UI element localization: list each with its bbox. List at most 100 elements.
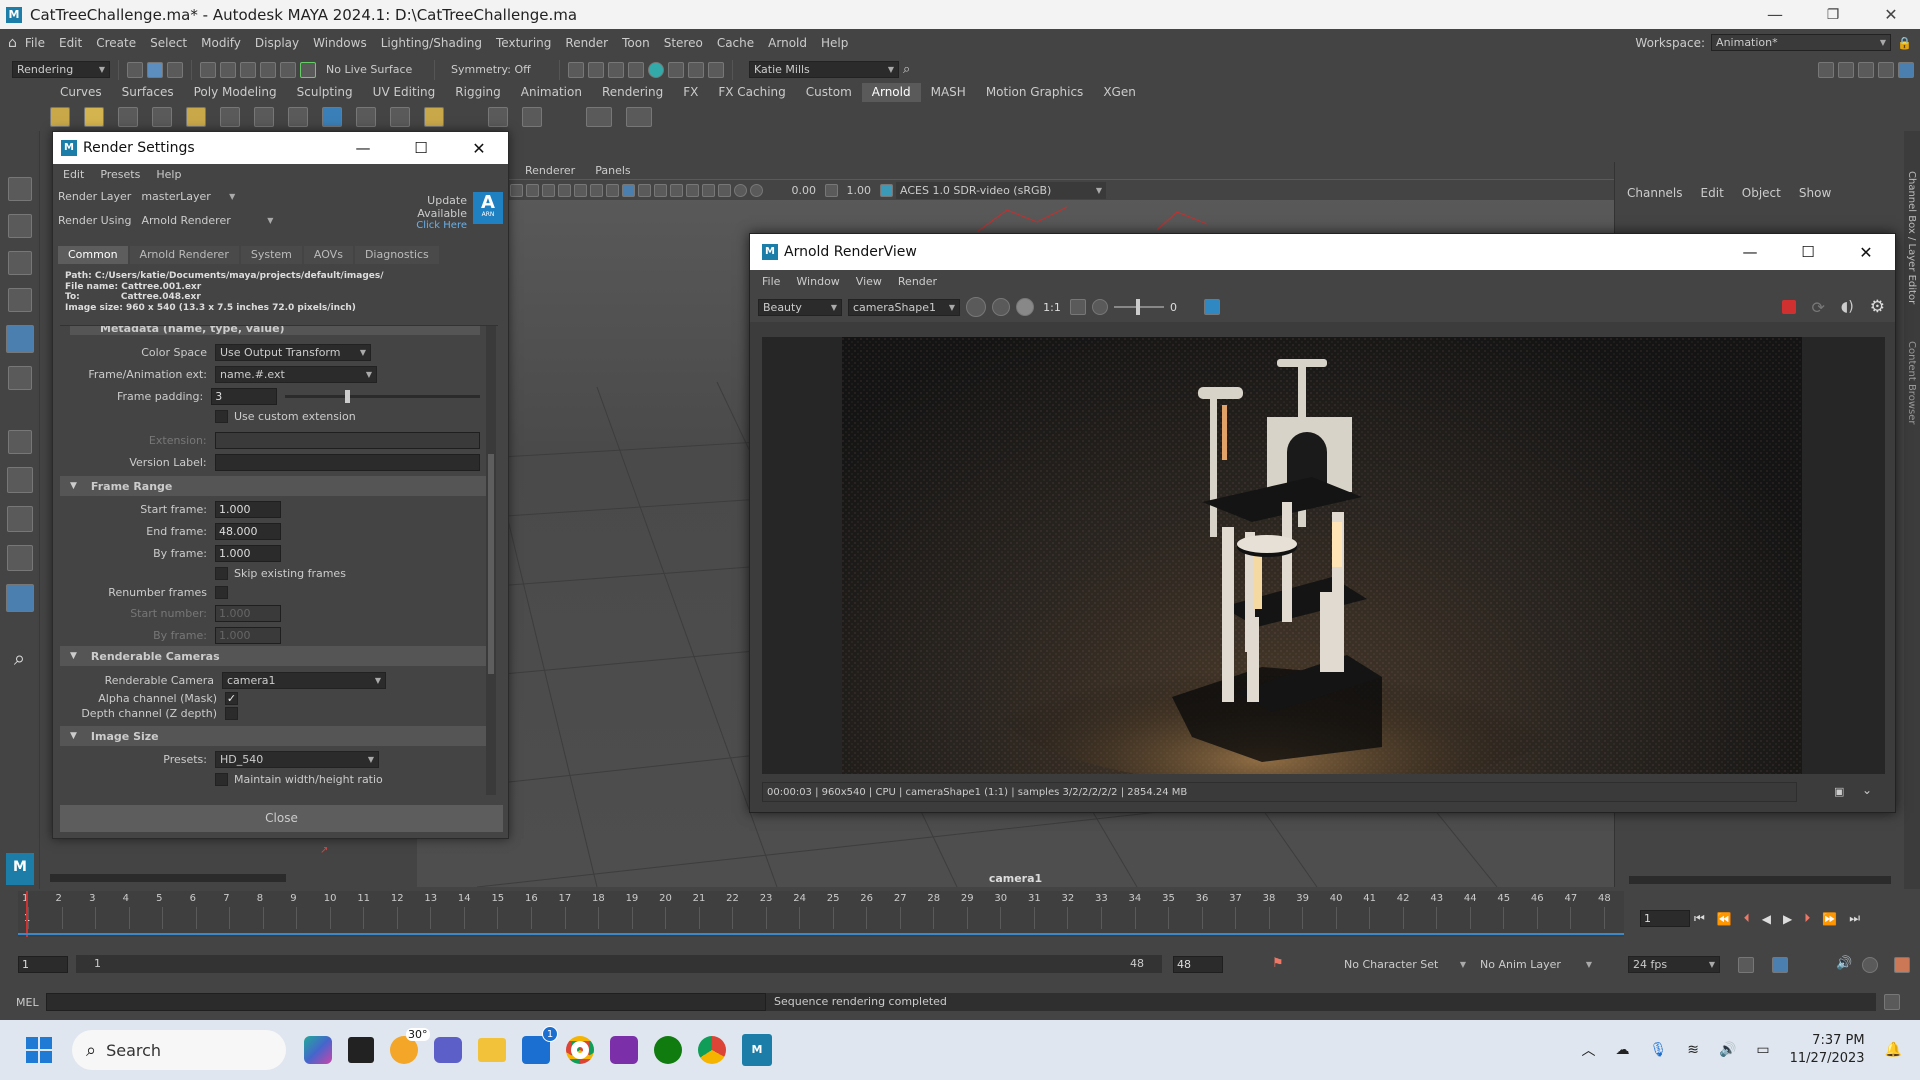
menu-lighting-shading[interactable]: Lighting/Shading: [381, 36, 482, 50]
wifi-icon[interactable]: ≋: [1687, 1042, 1699, 1058]
timeline-playhead[interactable]: [26, 891, 28, 937]
rs-maximize-icon[interactable]: ☐: [392, 139, 450, 157]
notification-bell-icon[interactable]: 🔔: [1885, 1042, 1902, 1058]
arnold-ipr-icon[interactable]: [522, 106, 542, 127]
playblast-icon[interactable]: [626, 106, 652, 127]
workspace-dropdown[interactable]: Animation*: [1711, 34, 1892, 51]
range-start-field[interactable]: [18, 956, 68, 973]
standin-icon[interactable]: [220, 106, 240, 127]
time-slider[interactable]: 1234567891011121314151617181920212223242…: [0, 889, 1920, 941]
script-editor-icon[interactable]: [1884, 994, 1900, 1010]
anim-prefs-icon[interactable]: [1894, 957, 1910, 973]
exposure-value[interactable]: 0: [1170, 301, 1198, 314]
shelf-tab-mash[interactable]: MASH: [921, 83, 976, 102]
chrome-profile-icon[interactable]: [698, 1036, 726, 1064]
rv-menu-window[interactable]: Window: [796, 275, 839, 288]
mesh-light-icon[interactable]: [118, 106, 138, 127]
play-forward-icon[interactable]: ▶: [1783, 912, 1792, 926]
single-layout-icon[interactable]: [6, 467, 33, 493]
renderable-camera-dropdown[interactable]: camera1: [222, 672, 386, 689]
tx-manager-icon[interactable]: [356, 106, 376, 127]
move-tool-icon[interactable]: [7, 288, 32, 312]
view-transform-dropdown[interactable]: ACES 1.0 SDR-video (sRGB): [896, 181, 1106, 199]
arnold-render-icon[interactable]: [488, 106, 508, 127]
color-mgmt-icon[interactable]: [880, 183, 893, 197]
render-using-dropdown[interactable]: Arnold Renderer: [137, 211, 278, 229]
settings-gear-icon[interactable]: ⚙: [1870, 297, 1885, 317]
file-explorer-icon[interactable]: [478, 1038, 506, 1062]
rs-vscroll-thumb[interactable]: [488, 454, 494, 674]
start-frame-field[interactable]: [215, 501, 281, 518]
cmd-input[interactable]: [46, 993, 766, 1011]
make-live-icon[interactable]: [300, 61, 316, 78]
shelf-tab-rigging[interactable]: Rigging: [445, 83, 510, 102]
smooth-shade-icon[interactable]: [622, 183, 635, 197]
tool-settings-icon[interactable]: [1858, 61, 1874, 78]
zoom-ratio[interactable]: 1:1: [1040, 301, 1064, 314]
film-gate-icon[interactable]: [558, 183, 571, 197]
refresh-render-icon[interactable]: ⟳: [1812, 298, 1825, 317]
restore-icon[interactable]: ❐: [1804, 7, 1862, 23]
resolution-gate-icon[interactable]: [574, 183, 587, 197]
minimize-icon[interactable]: —: [1746, 5, 1804, 24]
live-surface-label[interactable]: No Live Surface: [326, 63, 426, 76]
wireframe-icon[interactable]: [606, 183, 619, 197]
four-view-layout-icon[interactable]: [6, 506, 33, 532]
menu-create[interactable]: Create: [96, 36, 136, 50]
lasso-tool-icon[interactable]: [7, 214, 32, 238]
presets-dropdown[interactable]: HD_540: [215, 751, 379, 768]
rs-close-button[interactable]: Close: [60, 805, 503, 832]
snap-point-icon[interactable]: [240, 61, 256, 78]
step-back-frame-icon[interactable]: ⏴: [1744, 911, 1750, 926]
shelf-tab-surfaces[interactable]: Surfaces: [112, 83, 184, 102]
menu-stereo[interactable]: Stereo: [664, 36, 703, 50]
bookmark-icon[interactable]: [526, 183, 539, 197]
gamma-value[interactable]: 1.00: [841, 184, 872, 197]
shadows-icon[interactable]: [670, 183, 683, 197]
open-render-view-icon[interactable]: [568, 61, 584, 78]
lock-icon[interactable]: 🔒: [1897, 36, 1912, 50]
shelf-tab-xgen[interactable]: XGen: [1093, 83, 1146, 102]
purple-app-icon[interactable]: [610, 1036, 638, 1064]
render-region-icon[interactable]: [966, 297, 986, 317]
rv-menu-render[interactable]: Render: [898, 275, 937, 288]
select-hierarchy-icon[interactable]: [127, 61, 143, 78]
layer-editor-toggle-icon[interactable]: [1898, 61, 1914, 78]
menu-edit[interactable]: Edit: [59, 36, 82, 50]
rs-vscroll[interactable]: [486, 326, 496, 795]
rgb-channel-icon[interactable]: [992, 298, 1010, 316]
viewport-menu-renderer[interactable]: Renderer: [525, 164, 575, 177]
shelf-tab-sculpting[interactable]: Sculpting: [287, 83, 363, 102]
shelf-tab-animation[interactable]: Animation: [511, 83, 592, 102]
skydome-light-icon[interactable]: [84, 106, 104, 127]
texture-icon[interactable]: [322, 106, 342, 127]
metadata-section[interactable]: Metadata (name, type, value): [100, 326, 285, 335]
modeling-toolkit-icon[interactable]: [1818, 61, 1834, 78]
menuset-dropdown[interactable]: Rendering: [12, 61, 110, 78]
rv-maximize-icon[interactable]: ☐: [1779, 243, 1837, 261]
rs-tab-system[interactable]: System: [240, 246, 302, 264]
volume-icon[interactable]: 🔊: [1719, 1042, 1736, 1058]
eye-icon[interactable]: [586, 106, 612, 127]
version-label-field[interactable]: [214, 454, 480, 471]
symmetry-label[interactable]: Symmetry: Off: [451, 63, 551, 76]
start-number-field[interactable]: [215, 605, 281, 622]
expand-chevron-icon[interactable]: ⌄: [1862, 783, 1872, 797]
frame-ext-dropdown[interactable]: name.#.ext: [215, 366, 377, 383]
channelbox-hscroll[interactable]: [1629, 876, 1891, 884]
close-icon[interactable]: ✕: [1862, 5, 1920, 24]
textured-icon[interactable]: [638, 183, 651, 197]
menu-cache[interactable]: Cache: [717, 36, 754, 50]
menu-help[interactable]: Help: [821, 36, 848, 50]
by-frame2-field[interactable]: [215, 627, 281, 644]
menu-modify[interactable]: Modify: [201, 36, 241, 50]
exposure-toggle-icon[interactable]: [1092, 299, 1108, 315]
channelbox-menu-channels[interactable]: Channels: [1627, 186, 1683, 200]
ipr-render-icon[interactable]: [608, 61, 624, 78]
rs-close-icon[interactable]: ✕: [450, 139, 508, 158]
step-back-key-icon[interactable]: ⏪: [1717, 912, 1732, 926]
end-frame-field[interactable]: [215, 523, 281, 540]
rs-tab-aovs[interactable]: AOVs: [303, 246, 353, 264]
character-set-dropdown[interactable]: No Character Set: [1340, 956, 1470, 973]
ipr-icon[interactable]: ◖): [1841, 299, 1854, 315]
